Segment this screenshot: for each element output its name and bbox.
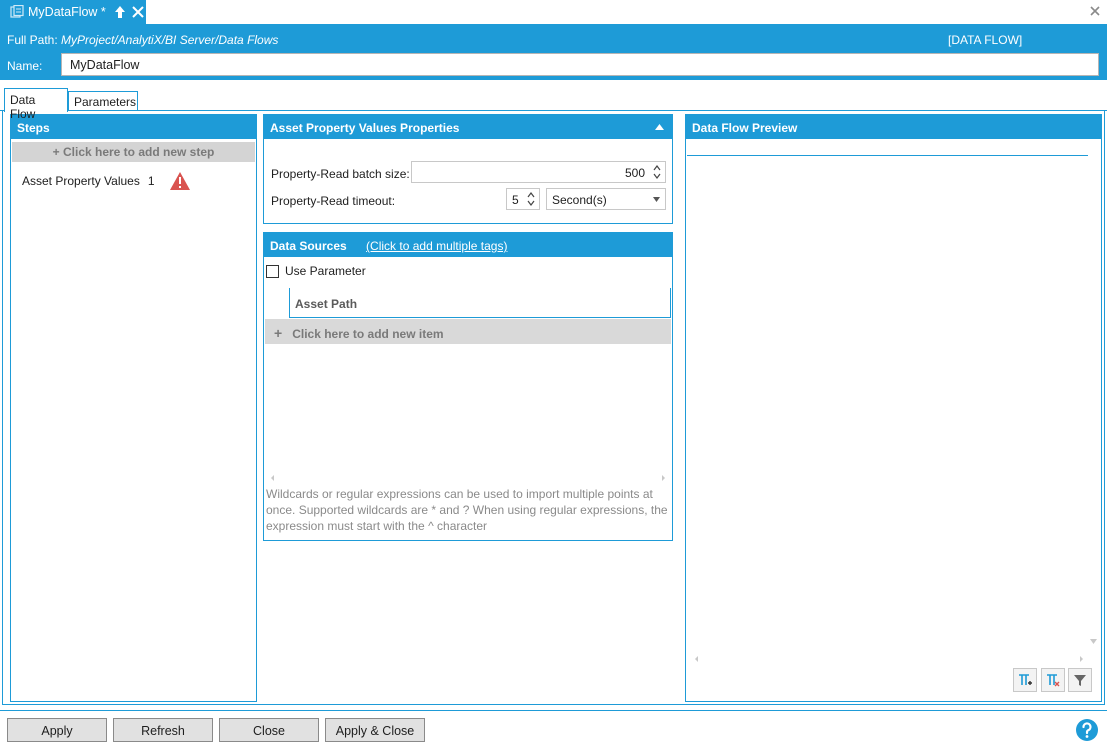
horizontal-scrollbar[interactable] <box>270 474 666 482</box>
remove-column-icon <box>1047 674 1060 687</box>
bottom-divider <box>0 710 1107 711</box>
timeout-value: 5 <box>512 193 519 207</box>
add-column-icon <box>1019 674 1032 685</box>
data-sources-panel: Data Sources (Click to add multiple tags… <box>263 232 673 541</box>
step-item[interactable]: Asset Property Values 1 <box>22 171 191 191</box>
refresh-button[interactable]: Refresh <box>113 718 213 742</box>
add-item-row[interactable]: + Click here to add new item <box>265 319 671 344</box>
timeout-input[interactable]: 5 <box>506 188 540 210</box>
add-column-button[interactable] <box>1013 668 1037 692</box>
checkbox-box[interactable] <box>266 264 279 278</box>
add-item-label: Click here to add new item <box>292 327 444 341</box>
close-tab-icon[interactable] <box>132 6 144 18</box>
steps-panel: Steps + Click here to add new step Asset… <box>10 114 257 702</box>
filter-button[interactable] <box>1068 668 1092 692</box>
properties-panel: Asset Property Values Properties Propert… <box>263 114 673 224</box>
add-multiple-tags-link[interactable]: (Click to add multiple tags) <box>366 239 507 253</box>
close-window-icon[interactable] <box>1089 5 1101 17</box>
close-button[interactable]: Close <box>219 718 319 742</box>
full-path-value: MyProject/AnalytiX/BI Server/Data Flows <box>61 33 279 47</box>
tab-data-flow[interactable]: Data Flow <box>4 88 68 121</box>
apply-button[interactable]: Apply <box>7 718 107 742</box>
collapse-icon[interactable] <box>655 124 664 130</box>
document-tab-title: MyDataFlow * <box>28 5 106 19</box>
preview-title: Data Flow Preview <box>686 115 1101 139</box>
steps-title: Steps <box>11 115 256 139</box>
spinner-icon[interactable] <box>652 163 662 181</box>
item-type-label: [DATA FLOW] <box>948 33 1023 47</box>
preview-panel: Data Flow Preview <box>685 114 1102 702</box>
use-parameter-label: Use Parameter <box>285 264 366 278</box>
timeout-unit-value: Second(s) <box>552 193 607 207</box>
name-label: Name: <box>7 59 43 73</box>
dataflow-icon <box>10 5 24 18</box>
full-path-label: Full Path: <box>7 33 58 47</box>
document-tab-strip: MyDataFlow * <box>0 0 1107 24</box>
warning-icon <box>169 172 190 190</box>
step-label: Asset Property Values <box>22 174 140 188</box>
document-tab[interactable]: MyDataFlow * <box>0 0 146 24</box>
help-icon[interactable] <box>1075 718 1099 742</box>
remove-column-button[interactable] <box>1041 668 1065 692</box>
name-input[interactable] <box>61 53 1099 76</box>
chevron-down-icon <box>653 197 660 202</box>
plus-icon: + <box>274 325 283 341</box>
spinner-icon[interactable] <box>526 190 536 208</box>
batch-size-input[interactable]: 500 <box>411 161 666 183</box>
filter-icon <box>1074 675 1086 686</box>
horizontal-scrollbar[interactable] <box>694 655 1084 663</box>
step-count: 1 <box>147 174 155 188</box>
column-header-asset-path[interactable]: Asset Path <box>289 288 671 318</box>
preview-grid-header <box>687 155 1088 156</box>
pin-icon[interactable] <box>114 5 126 19</box>
apply-close-button[interactable]: Apply & Close <box>325 718 425 742</box>
data-sources-header: Data Sources (Click to add multiple tags… <box>264 233 672 257</box>
add-step-button[interactable]: + Click here to add new step <box>12 142 255 162</box>
data-sources-title: Data Sources <box>270 239 347 253</box>
scroll-down-arrow-icon[interactable] <box>1090 639 1097 645</box>
timeout-unit-select[interactable]: Second(s) <box>546 188 666 210</box>
wildcard-hint: Wildcards or regular expressions can be … <box>266 487 668 533</box>
use-parameter-checkbox[interactable]: Use Parameter <box>266 264 366 278</box>
batch-size-value: 500 <box>624 166 645 180</box>
header-bar: Full Path: MyProject/AnalytiX/BI Server/… <box>0 24 1107 80</box>
timeout-label: Property-Read timeout: <box>271 194 396 208</box>
properties-title: Asset Property Values Properties <box>264 115 672 139</box>
view-tabs: Data Flow Parameters <box>0 88 1107 121</box>
tab-parameters[interactable]: Parameters <box>68 91 138 111</box>
batch-size-label: Property-Read batch size: <box>271 167 410 181</box>
